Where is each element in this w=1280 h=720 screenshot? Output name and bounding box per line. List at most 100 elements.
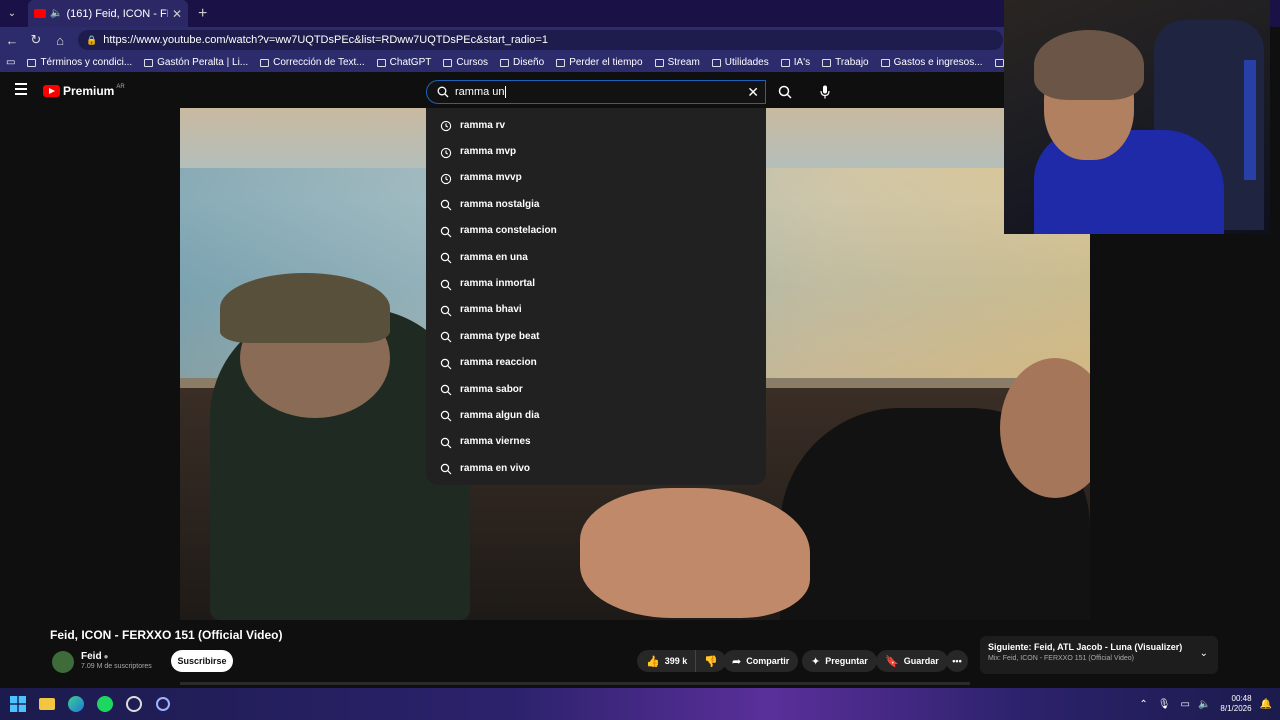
- bookmark-icon: [443, 58, 453, 67]
- suggestion-label: ramma algun dia: [460, 409, 540, 421]
- bookmark-label: Corrección de Text...: [273, 57, 365, 68]
- volume-icon[interactable]: 🔈: [1198, 699, 1210, 710]
- new-tab-icon[interactable]: +: [198, 5, 207, 23]
- dislike-button[interactable]: 👎: [695, 650, 726, 672]
- search-suggestion-item[interactable]: ramma viernes: [426, 429, 766, 455]
- search-suggestion-item[interactable]: ramma type beat: [426, 323, 766, 349]
- search-icon: [437, 86, 449, 98]
- bookmark-icon: 🔖: [885, 655, 899, 668]
- windows-start-icon[interactable]: [7, 693, 29, 715]
- bookmark-item[interactable]: Stream: [654, 57, 700, 68]
- thumbs-up-icon: 👍: [646, 655, 660, 668]
- video-frame-hand: [580, 488, 810, 618]
- search-icon: [440, 278, 452, 290]
- bookmark-item[interactable]: Trabajo: [822, 57, 869, 68]
- url-field[interactable]: 🔒 https://www.youtube.com/watch?v=ww7UQT…: [78, 30, 1003, 50]
- bookmark-item[interactable]: Corrección de Text...: [260, 57, 365, 68]
- bookmark-icon: [144, 58, 154, 67]
- bookmark-icon: [711, 58, 721, 67]
- bookmark-item[interactable]: ChatGPT: [376, 57, 431, 68]
- up-next-subtitle: Mix: Feid, ICON - FERXXO 151 (Official V…: [988, 655, 1135, 662]
- youtube-header: Premium AR ramma un ✕: [0, 72, 1004, 108]
- bookmark-item[interactable]: Cursos: [443, 57, 488, 68]
- clock[interactable]: 00:48 8/1/2026: [1220, 694, 1251, 714]
- bookmark-item[interactable]: Diseño: [500, 57, 544, 68]
- search-suggestion-item[interactable]: ramma algun dia: [426, 402, 766, 428]
- home-icon[interactable]: ⌂: [48, 33, 72, 48]
- hamburger-menu-icon[interactable]: [15, 83, 27, 95]
- search-input[interactable]: ramma un ✕: [426, 80, 766, 104]
- speaker-icon[interactable]: 🔈: [50, 8, 62, 19]
- bookmark-item[interactable]: Gastón Peralta | Li...: [144, 57, 248, 68]
- bookmark-item[interactable]: Utilidades: [711, 57, 769, 68]
- channel-name[interactable]: Feid ●: [81, 651, 108, 662]
- channel-name-text[interactable]: Feid: [81, 651, 102, 662]
- search-suggestion-item[interactable]: ramma inmortal: [426, 270, 766, 296]
- suggestion-label: ramma type beat: [460, 330, 540, 342]
- search-suggestion-item[interactable]: ramma en una: [426, 244, 766, 270]
- search-icon: [440, 462, 452, 475]
- search-icon: [440, 304, 452, 317]
- ask-button[interactable]: ✦ Preguntar: [802, 650, 877, 672]
- obs-icon[interactable]: [123, 693, 145, 715]
- bookmark-item[interactable]: Términos y condici...: [27, 57, 132, 68]
- spotify-icon[interactable]: [94, 693, 116, 715]
- search-icon: [778, 85, 792, 99]
- reload-icon[interactable]: ↻: [24, 32, 48, 48]
- file-explorer-icon[interactable]: [36, 693, 58, 715]
- bookmark-label: Gastos e ingresos...: [893, 57, 983, 68]
- share-button[interactable]: ➦ Compartir: [723, 650, 799, 672]
- save-button[interactable]: 🔖 Guardar: [876, 650, 948, 672]
- search-suggestion-item[interactable]: ramma en vivo: [426, 455, 766, 481]
- browser-tab-youtube[interactable]: 🔈 (161) Feid, ICON - FERXXO 15 ✕: [28, 0, 188, 27]
- suggestion-label: ramma constelacion: [460, 225, 557, 237]
- search-suggestion-item[interactable]: ramma sabor: [426, 376, 766, 402]
- bookmark-icon: [500, 58, 510, 67]
- bookmark-icon: [994, 58, 1004, 67]
- youtube-premium-logo[interactable]: Premium AR: [43, 84, 125, 98]
- channel-avatar[interactable]: [52, 651, 74, 673]
- bookmark-item[interactable]: Gastos e ingresos...: [880, 57, 983, 68]
- close-tab-icon[interactable]: ✕: [172, 7, 182, 21]
- save-group: 🔖 Guardar: [876, 650, 948, 672]
- clear-search-icon[interactable]: ✕: [747, 84, 759, 101]
- search-icon: [440, 251, 452, 264]
- windows-taskbar: ⌃ 🎙 ▭ 🔈 00:48 8/1/2026 🔔: [0, 688, 1280, 720]
- display-icon[interactable]: ▭: [1181, 699, 1190, 710]
- chevron-down-icon[interactable]: ⌄: [1200, 648, 1208, 659]
- webcam-overlay: [1004, 0, 1270, 234]
- like-count: 399 k: [664, 656, 688, 666]
- search-suggestion-item[interactable]: ramma mvvp: [426, 165, 766, 191]
- video-frame-cap: [220, 273, 390, 343]
- search-button[interactable]: [768, 80, 802, 104]
- search-suggestion-item[interactable]: ramma bhavi: [426, 297, 766, 323]
- up-next-card[interactable]: Siguiente: Feid, ATL Jacob - Luna (Visua…: [980, 636, 1218, 674]
- search-suggestion-item[interactable]: ramma nostalgia: [426, 191, 766, 217]
- search-suggestion-item[interactable]: ramma reaccion: [426, 350, 766, 376]
- chevron-up-icon[interactable]: ⌃: [1139, 699, 1147, 710]
- webcam-person-hair: [1034, 30, 1144, 100]
- youtube-favicon-icon: [34, 9, 46, 18]
- bookmark-label: Gastón Peralta | Li...: [157, 57, 249, 68]
- bookmark-label: Utilidades: [724, 57, 769, 68]
- more-actions-button[interactable]: •••: [946, 650, 968, 672]
- back-icon[interactable]: ←: [0, 33, 24, 48]
- search-suggestion-item[interactable]: ramma rv: [426, 112, 766, 138]
- subscribe-button[interactable]: Suscribirse: [171, 650, 233, 672]
- edge-browser-icon[interactable]: [65, 693, 87, 715]
- apps-icon[interactable]: ▭: [6, 57, 15, 68]
- like-button[interactable]: 👍 399 k: [637, 650, 696, 672]
- cortana-icon[interactable]: [152, 693, 174, 715]
- bookmark-item[interactable]: IA's: [780, 57, 810, 68]
- notification-bell-icon[interactable]: 🔔: [1260, 699, 1272, 710]
- search-suggestion-item[interactable]: ramma constelacion: [426, 218, 766, 244]
- microphone-icon[interactable]: 🎙: [1158, 699, 1171, 710]
- search-suggestion-item[interactable]: ramma mvp: [426, 138, 766, 164]
- tab-list-chevron-icon[interactable]: ⌄: [0, 0, 24, 27]
- bookmark-item[interactable]: Course: Complete...: [994, 57, 1004, 68]
- search-icon: [440, 357, 452, 370]
- suggestion-label: ramma bhavi: [460, 304, 522, 316]
- bookmark-item[interactable]: Perder el tiempo: [556, 57, 643, 68]
- voice-search-button[interactable]: [812, 80, 838, 104]
- site-info-icon[interactable]: 🔒: [86, 35, 97, 46]
